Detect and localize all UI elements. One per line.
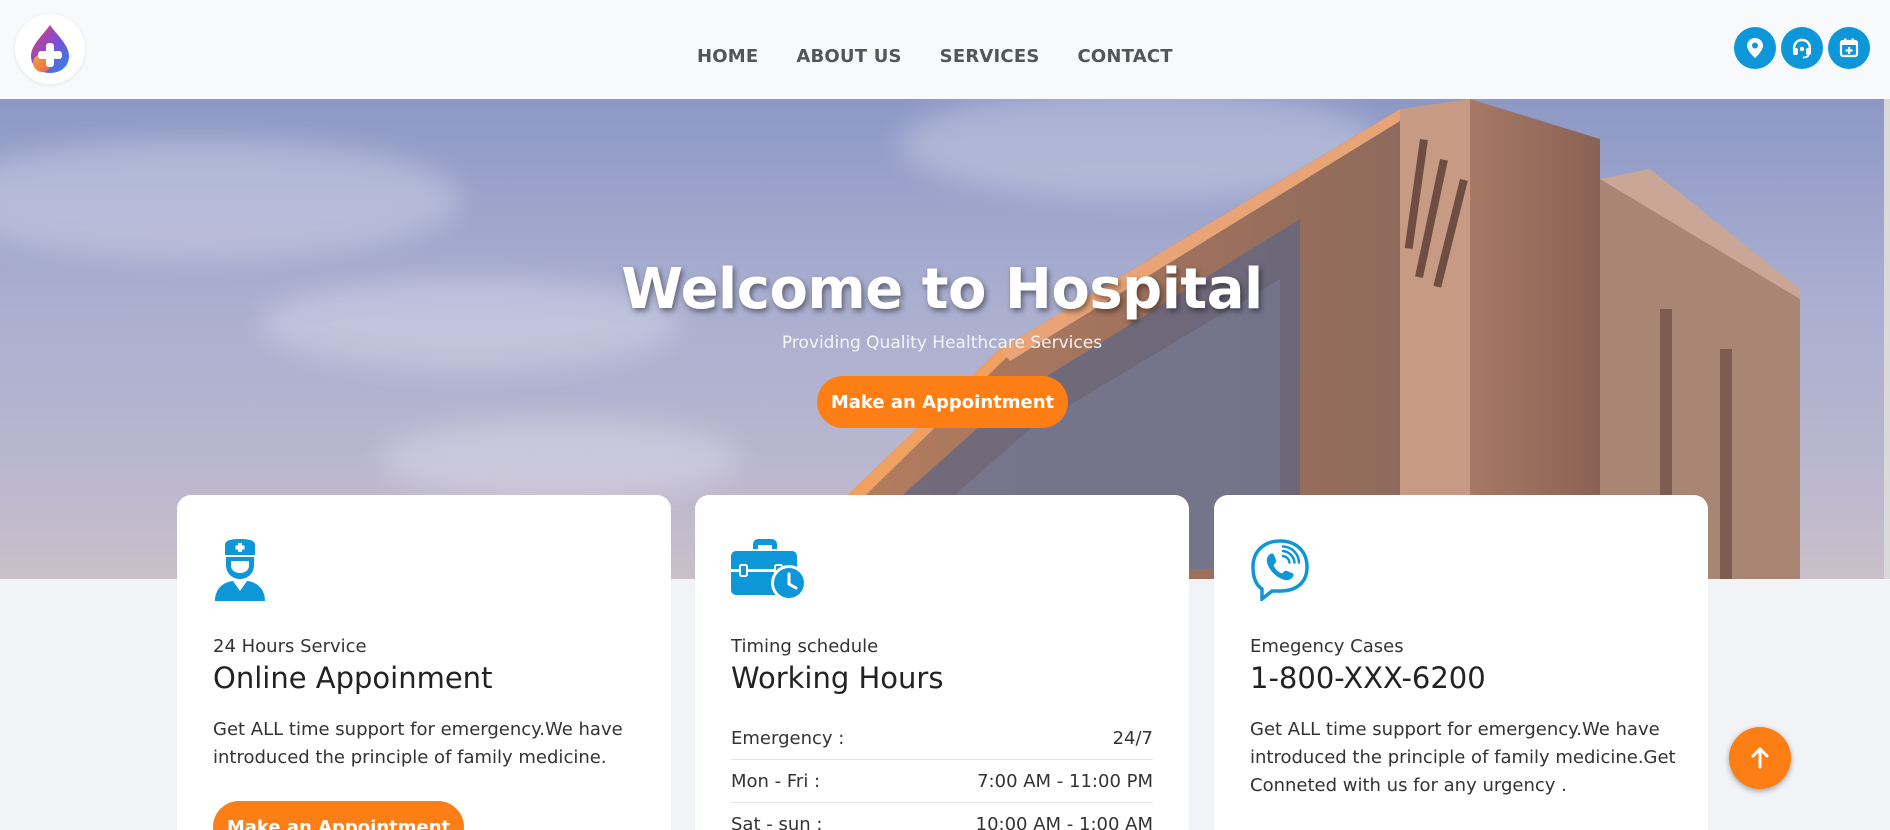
appointment-calendar-button[interactable] [1828,27,1870,69]
working-hours-list: Emergency : 24/7 Mon - Fri : 7:00 AM - 1… [731,717,1153,830]
working-hours-card: Timing schedule Working Hours Emergency … [695,495,1189,830]
hours-row: Sat - sun : 10:00 AM - 1:00 AM [731,803,1153,830]
card-title: 1-800-XXX-6200 [1250,661,1486,695]
viber-phone-icon [1251,539,1309,603]
hero-appointment-button[interactable]: Make an Appointment [817,376,1068,428]
nav-contact[interactable]: CONTACT [1078,46,1173,67]
doctor-icon [215,539,265,601]
site-header: HOME ABOUT US SERVICES CONTACT [0,0,1890,99]
hero-title: Welcome to Hospital [621,257,1263,322]
emergency-card: Emegency Cases 1-800-XXX-6200 Get ALL ti… [1214,495,1708,830]
calendar-plus-icon [1839,38,1859,58]
hours-time: 24/7 [1112,727,1153,749]
card-description: Get ALL time support for emergency.We ha… [213,719,623,768]
header-action-icons [1734,27,1870,69]
card-icon-wrapper [213,539,267,605]
main-nav: HOME ABOUT US SERVICES CONTACT [697,46,1173,67]
hours-time: 7:00 AM - 11:00 PM [977,770,1153,792]
briefcase-clock-icon [731,539,807,601]
card-icon-wrapper [731,539,807,605]
hero-subtitle: Providing Quality Healthcare Services [781,333,1103,353]
card-title: Online Appoinment [213,661,493,695]
card-icon-wrapper [1250,539,1310,605]
card-appointment-button[interactable]: Make an Appointment [213,801,464,830]
hours-time: 10:00 AM - 1:00 AM [975,813,1153,830]
card-description: Get ALL time support for emergency.We ha… [1250,719,1676,796]
nav-about-us[interactable]: ABOUT US [796,46,901,67]
card-subheading: Timing schedule [731,636,879,657]
online-appointment-card: 24 Hours Service Online Appoinment Get A… [177,495,671,830]
card-subheading: Emegency Cases [1250,636,1404,657]
nav-home[interactable]: HOME [697,46,758,67]
scroll-to-top-button[interactable] [1729,727,1791,789]
support-button[interactable] [1781,27,1823,69]
hours-day: Mon - Fri : [731,770,821,792]
page-scrollbar-track[interactable] [1884,99,1890,579]
hours-day: Sat - sun : [731,813,823,830]
map-pin-icon [1747,38,1763,58]
hospital-logo-icon [31,25,69,73]
hours-day: Emergency : [731,727,845,749]
card-title: Working Hours [731,661,944,695]
location-button[interactable] [1734,27,1776,69]
hospital-logo[interactable] [15,14,85,84]
arrow-up-icon [1751,747,1769,769]
hours-row: Emergency : 24/7 [731,717,1153,760]
hours-row: Mon - Fri : 7:00 AM - 11:00 PM [731,760,1153,803]
headset-icon [1792,38,1812,59]
nav-services[interactable]: SERVICES [940,46,1040,67]
card-subheading: 24 Hours Service [213,636,367,657]
